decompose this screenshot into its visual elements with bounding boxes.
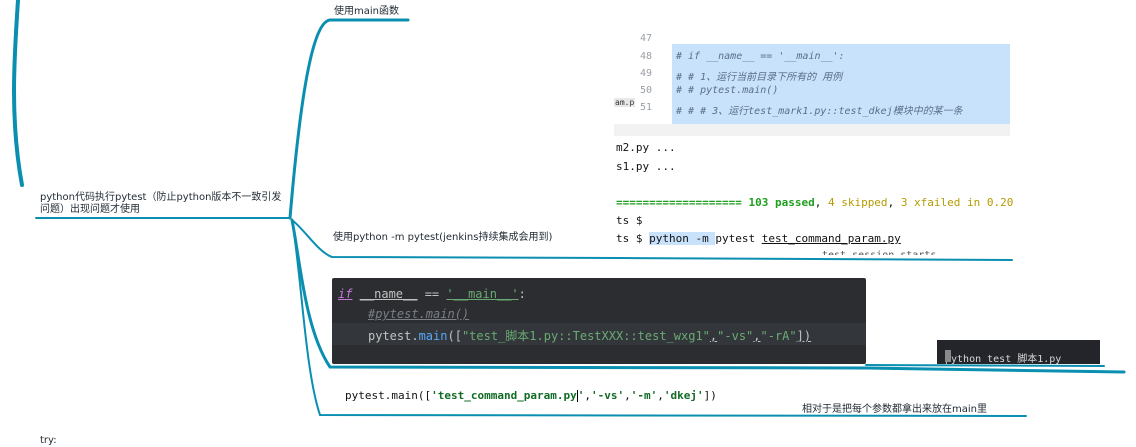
line-number: 49 xyxy=(639,68,652,79)
test-summary: =================== 103 passed, 4 skippe… xyxy=(616,196,1013,209)
file-tab[interactable]: am.p xyxy=(614,98,636,107)
obj: pytest. xyxy=(368,329,419,343)
branch-to-main xyxy=(288,18,410,220)
arg: 'test_command_param.py xyxy=(431,389,577,402)
root-left-branch xyxy=(12,0,24,187)
bracket-close: ]) xyxy=(796,329,812,343)
code-line-if: if __name__ == '__main__': xyxy=(338,287,526,301)
skipped-count: 4 skipped xyxy=(827,196,888,209)
file-arg: test_command_param.py xyxy=(761,232,901,245)
kw-if: if xyxy=(338,287,353,301)
duration: in 0.20 xyxy=(960,196,1014,209)
code-line-call: pytest.main(["test_脚本1.py::TestXXX::test… xyxy=(368,327,811,344)
passed-count: 103 passed xyxy=(748,196,815,209)
call-prefix: pytest.main([ xyxy=(345,389,432,402)
arg: 'dkej' xyxy=(663,389,704,402)
line-number: 48 xyxy=(639,51,652,62)
terminal-snippet-small: python test_脚本1.py xyxy=(937,340,1100,365)
selected-text: python -m xyxy=(649,232,716,245)
command: pytest xyxy=(715,232,762,245)
terminal-command: ts $ python -m pytest test_command_param… xyxy=(616,232,901,245)
separator: , xyxy=(887,196,901,209)
terminal-cutoff: test session starts xyxy=(822,250,936,255)
code-line: # # pytest.main() xyxy=(676,85,779,96)
colon: : xyxy=(518,287,526,301)
line-number: 50 xyxy=(639,85,652,96)
separator: , xyxy=(814,196,828,209)
dunder-name: __name__ xyxy=(359,287,418,301)
str-main: '__main__' xyxy=(446,287,519,301)
branch-to-small xyxy=(865,364,1105,367)
terminal-line: s1.py ... xyxy=(616,160,676,173)
arg: '-vs' xyxy=(591,389,625,402)
terminal-line: m2.py ... xyxy=(616,141,676,154)
code-line-comment: #pytest.main() xyxy=(368,307,470,321)
small-command-text: python test_脚本1.py xyxy=(945,354,1062,365)
terminal-prompt: ts $ xyxy=(616,214,643,227)
bracket-open: ([ xyxy=(447,329,462,343)
comma: , xyxy=(657,389,664,402)
root-node-label[interactable]: python代码执行pytest（防止python版本不一致引发问题）出现问题才… xyxy=(40,192,288,216)
cursor-icon xyxy=(945,350,951,362)
code-line: # if __name__ == '__main__': xyxy=(676,51,845,62)
xfailed-count: 3 xfailed xyxy=(900,196,961,209)
summary-rule: =================== xyxy=(616,196,742,209)
branch-cmd-label[interactable]: 使用python -m pytest(jenkins持续集成会用到) xyxy=(333,232,573,244)
op-eq: == xyxy=(417,287,447,301)
note-label[interactable]: 相对于是把每个参数都拿出来放在main里 xyxy=(802,404,987,416)
pytest-main-call[interactable]: pytest.main(['test_command_param.py','-v… xyxy=(345,389,717,402)
arg: "test_脚本1.py::TestXXX::test_wxg1" xyxy=(461,329,710,343)
code-snippet-dark: if __name__ == '__main__': #pytest.main(… xyxy=(332,278,866,364)
bottom-label[interactable]: try: xyxy=(40,435,57,447)
editor-screenshot: 47 48 # if __name__ == '__main__': 49 # … xyxy=(614,30,1010,136)
comma: , xyxy=(624,389,631,402)
arg: '-m' xyxy=(630,389,658,402)
prompt: ts $ xyxy=(616,232,650,245)
call-suffix: ]) xyxy=(703,389,717,402)
branch-main-label[interactable]: 使用main函数 xyxy=(334,6,399,18)
code-line: # # 1、运行当前目录下所有的 用例 xyxy=(676,72,843,83)
comma: , xyxy=(753,329,761,343)
line-number: 47 xyxy=(639,33,652,44)
arg: "-rA" xyxy=(760,329,797,343)
fn-main: main xyxy=(418,329,448,343)
code-line: # # # 3、运行test_mark1.py::test_dkej模块中的某一… xyxy=(676,106,963,117)
editor-bottom-bar xyxy=(614,124,1010,136)
arg: "-vs" xyxy=(717,329,754,343)
